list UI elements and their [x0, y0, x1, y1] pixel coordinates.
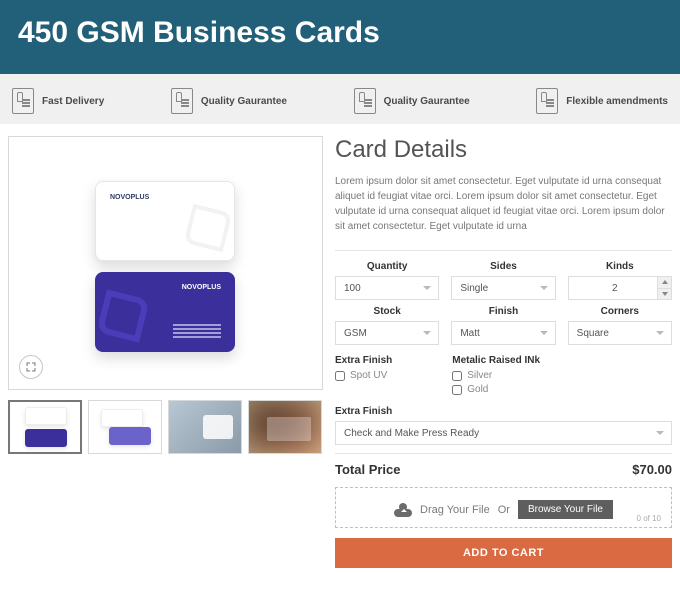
browse-file-button[interactable]: Browse Your File: [518, 500, 613, 519]
page-hero: 450 GSM Business Cards: [0, 0, 680, 74]
feature-flexible: Flexible amendments: [536, 88, 668, 114]
total-label: Total Price: [335, 462, 401, 477]
opt-finish: Finish Matt: [451, 306, 555, 345]
thumbnail-2[interactable]: [88, 400, 162, 454]
thumbnail-3[interactable]: [168, 400, 242, 454]
stock-select[interactable]: GSM: [335, 321, 439, 345]
opt-quantity: Quantity 100: [335, 261, 439, 300]
quantity-label: Quantity: [335, 261, 439, 272]
spot-uv-input[interactable]: [335, 371, 345, 381]
upload-dropzone[interactable]: Drag Your File Or Browse Your File 0 of …: [335, 487, 672, 528]
metallic-ink-heading: Metalic Raised INk: [452, 355, 540, 366]
card-mock-front: NOVOPLUS: [95, 181, 235, 261]
details-panel: Card Details Lorem ipsum dolor sit amet …: [335, 136, 672, 568]
printer-icon: [536, 88, 558, 114]
main-image[interactable]: NOVOPLUS NOVOPLUS: [8, 136, 323, 390]
kinds-step-up[interactable]: [657, 277, 671, 289]
opt-corners: Corners Square: [568, 306, 672, 345]
sides-label: Sides: [451, 261, 555, 272]
thumbnail-1[interactable]: [8, 400, 82, 454]
kinds-label: Kinds: [568, 261, 672, 272]
thumbnail-4[interactable]: [248, 400, 322, 454]
product-gallery: NOVOPLUS NOVOPLUS: [8, 136, 323, 454]
page-title: 450 GSM Business Cards: [18, 16, 662, 50]
card-mock-back: NOVOPLUS: [95, 272, 235, 352]
printer-icon: [354, 88, 376, 114]
gold-input[interactable]: [452, 385, 462, 395]
sides-select[interactable]: Single: [451, 276, 555, 300]
feature-label: Fast Delivery: [42, 96, 104, 107]
upload-or-text: Or: [498, 504, 510, 516]
feature-bar: Fast Delivery Quality Gaurantee Quality …: [0, 74, 680, 124]
thumbnail-strip: [8, 400, 323, 454]
checkbox-silver[interactable]: Silver: [452, 370, 540, 381]
feature-quality-1: Quality Gaurantee: [171, 88, 287, 114]
extras-row: Extra Finish Spot UV Metalic Raised INk …: [335, 355, 672, 398]
upload-counter: 0 of 10: [637, 514, 661, 523]
cloud-upload-icon: [394, 503, 412, 517]
zoom-button[interactable]: [19, 355, 43, 379]
opt-sides: Sides Single: [451, 261, 555, 300]
checkbox-spot-uv[interactable]: Spot UV: [335, 370, 392, 381]
finish-select[interactable]: Matt: [451, 321, 555, 345]
metallic-ink-group: Metalic Raised INk Silver Gold: [452, 355, 540, 398]
stock-label: Stock: [335, 306, 439, 317]
printer-icon: [12, 88, 34, 114]
opt-kinds: Kinds: [568, 261, 672, 300]
upload-drag-text: Drag Your File: [420, 504, 490, 516]
finish-label: Finish: [451, 306, 555, 317]
feature-label: Flexible amendments: [566, 96, 668, 107]
quantity-select[interactable]: 100: [335, 276, 439, 300]
feature-quality-2: Quality Gaurantee: [354, 88, 470, 114]
extra-finish-2-select[interactable]: Check and Make Press Ready: [335, 421, 672, 445]
corners-label: Corners: [568, 306, 672, 317]
options-grid: Quantity 100 Sides Single Kinds Stock: [335, 250, 672, 345]
opt-stock: Stock GSM: [335, 306, 439, 345]
details-heading: Card Details: [335, 136, 672, 164]
details-description: Lorem ipsum dolor sit amet consectetur. …: [335, 174, 672, 234]
extra-finish-heading: Extra Finish: [335, 355, 392, 366]
total-row: Total Price $70.00: [335, 453, 672, 487]
checkbox-gold[interactable]: Gold: [452, 384, 540, 395]
extra-finish-2-group: Extra Finish Check and Make Press Ready: [335, 406, 672, 445]
silver-input[interactable]: [452, 371, 462, 381]
kinds-step-down[interactable]: [657, 289, 671, 300]
total-value: $70.00: [632, 462, 672, 477]
corners-select[interactable]: Square: [568, 321, 672, 345]
feature-label: Quality Gaurantee: [384, 96, 470, 107]
printer-icon: [171, 88, 193, 114]
feature-label: Quality Gaurantee: [201, 96, 287, 107]
add-to-cart-button[interactable]: ADD TO CART: [335, 538, 672, 568]
extra-finish-group: Extra Finish Spot UV: [335, 355, 392, 398]
extra-finish-2-heading: Extra Finish: [335, 406, 672, 417]
feature-fast-delivery: Fast Delivery: [12, 88, 104, 114]
